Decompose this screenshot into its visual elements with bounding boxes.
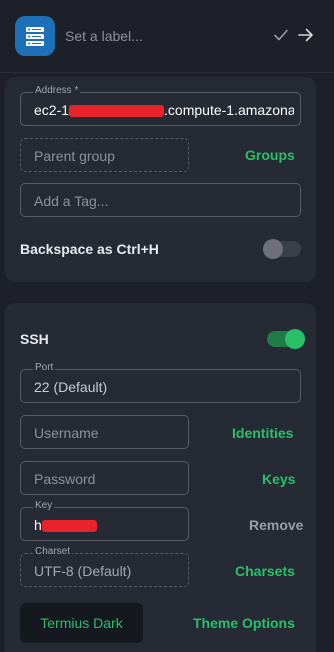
backspace-toggle-knob [263, 239, 283, 259]
charsets-link[interactable]: Charsets [235, 562, 295, 580]
remove-key-link[interactable]: Remove [249, 516, 303, 534]
address-value-suffix: .compute-1.amazona [164, 102, 294, 118]
key-value: h [34, 508, 182, 542]
checkmark-icon[interactable] [270, 24, 292, 46]
header-divider [0, 72, 334, 73]
address-value: ec2-1 .compute-1.amazona [34, 93, 294, 127]
charset-value: UTF-8 (Default) [34, 563, 132, 579]
keys-link[interactable]: Keys [262, 470, 295, 488]
theme-options-link[interactable]: Theme Options [193, 614, 295, 632]
ssh-toggle-knob [285, 329, 305, 349]
address-field[interactable]: Address * ec2-1 .compute-1.amazona [20, 85, 301, 127]
label-input[interactable] [65, 25, 255, 47]
header-bar [0, 0, 334, 72]
port-field[interactable]: Port 22 (Default) [20, 362, 301, 403]
parent-group-placeholder: Parent group [34, 148, 115, 164]
identities-link[interactable]: Identities [232, 424, 293, 442]
address-value-prefix: ec2-1 [34, 102, 70, 118]
arrow-right-icon[interactable] [295, 24, 317, 46]
theme-button[interactable]: Termius Dark [20, 603, 143, 643]
key-value-prefix: h [34, 517, 42, 533]
backspace-toggle[interactable] [263, 239, 301, 259]
key-redaction [41, 520, 97, 533]
general-card: Address * ec2-1 .compute-1.amazona Parent… [5, 77, 316, 282]
parent-group-field[interactable]: Parent group [20, 138, 189, 172]
address-redaction [69, 105, 165, 118]
ssh-toggle[interactable] [267, 329, 305, 349]
groups-link[interactable]: Groups [245, 146, 295, 164]
ssh-card: SSH Port 22 (Default) Username Identitie… [5, 303, 316, 652]
backspace-label: Backspace as Ctrl+H [20, 241, 159, 257]
server-icon [15, 16, 55, 56]
tag-field[interactable]: Add a Tag... [20, 183, 301, 217]
charset-field[interactable]: Charset UTF-8 (Default) [20, 546, 189, 587]
key-field[interactable]: Key h [20, 500, 189, 542]
ssh-title: SSH [20, 331, 49, 347]
port-value: 22 (Default) [34, 379, 108, 395]
tag-placeholder: Add a Tag... [34, 193, 109, 209]
password-placeholder: Password [34, 471, 96, 487]
username-field[interactable]: Username [20, 415, 189, 449]
username-placeholder: Username [34, 425, 99, 441]
password-field[interactable]: Password [20, 461, 189, 495]
